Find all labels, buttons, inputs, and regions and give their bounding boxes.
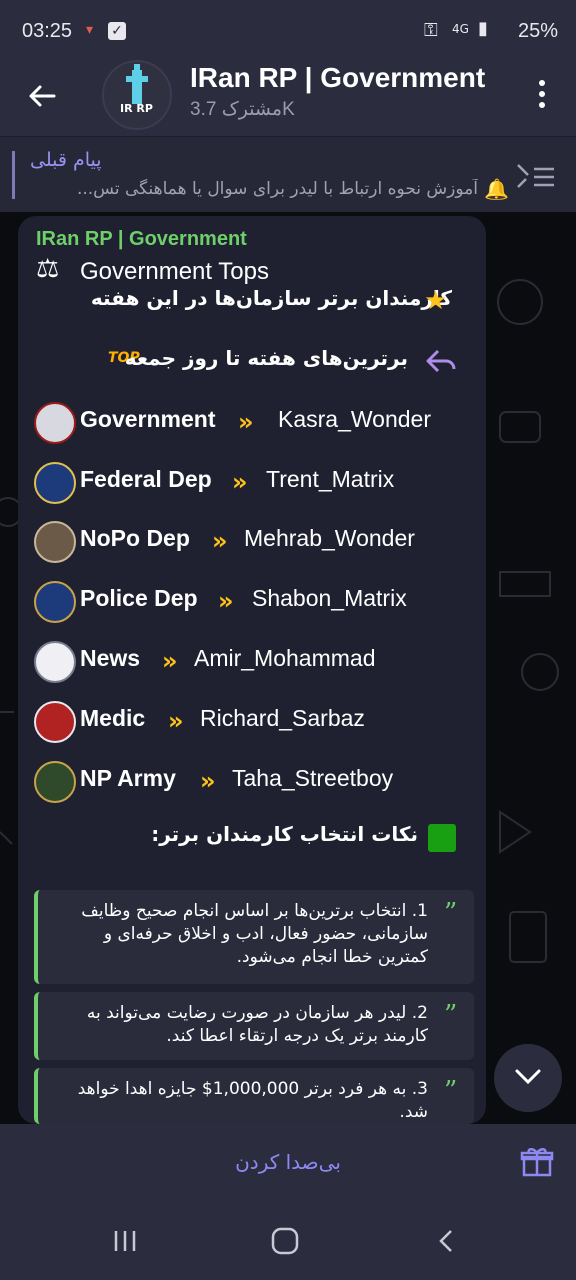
- system-back-icon[interactable]: [436, 1228, 456, 1254]
- gift-icon[interactable]: [520, 1144, 554, 1178]
- list-item: NoPo Dep » Mehrab_Wonder: [34, 521, 474, 563]
- employee-name: Taha_Streetboy: [232, 765, 394, 791]
- chat-header: IR RP IRan RP | Government مشترک 3.7K: [0, 54, 576, 136]
- quote-block: ” 2. لیدر هر سازمان در صورت رضایت می‌توا…: [34, 992, 474, 1060]
- signal-icon: ▮: [478, 18, 488, 39]
- department-name: NoPo Dep: [80, 525, 190, 551]
- channel-name: IRan RP | Government: [36, 228, 247, 250]
- quote-block: ” 1. انتخاب برترین‌ها بر اساس انجام صحیح…: [34, 890, 474, 984]
- police-seal-icon: [34, 581, 76, 623]
- green-square-icon: [428, 824, 456, 852]
- list-item: Government » Kasra_Wonder: [34, 402, 474, 444]
- recent-apps-icon[interactable]: [112, 1228, 138, 1254]
- quote-icon: ”: [444, 1076, 458, 1106]
- quote-text: 3. به هر فرد برتر 1,000,000$ جایزه اهدا …: [77, 1079, 428, 1122]
- double-chevron-icon: »: [238, 408, 254, 436]
- message-heading: Government Tops: [80, 258, 269, 285]
- double-chevron-icon: »: [218, 587, 234, 615]
- department-name: Government: [80, 406, 216, 432]
- list-item: Medic » Richard_Sarbaz: [34, 701, 474, 743]
- mute-button[interactable]: بی‌صدا کردن: [0, 1150, 576, 1174]
- notes-title: نکات انتخاب کارمندان برتر:: [151, 822, 418, 846]
- pinned-list-icon[interactable]: [514, 161, 556, 191]
- list-item: News » Amir_Mohammad: [34, 641, 474, 683]
- quote-text: 1. انتخاب برترین‌ها بر اساس انجام صحیح و…: [81, 901, 428, 967]
- more-menu-icon[interactable]: [538, 78, 546, 110]
- list-item: Police Dep » Shabon_Matrix: [34, 581, 474, 623]
- government-seal-icon: [34, 402, 76, 444]
- list-item: NP Army » Taha_Streetboy: [34, 761, 474, 803]
- employee-name: Mehrab_Wonder: [244, 525, 415, 551]
- checkbox-notification-icon: ✓: [108, 22, 126, 40]
- week-label: برترین‌های هفته تا روز جمعه: [124, 346, 408, 370]
- double-chevron-icon: »: [200, 767, 216, 795]
- tower-logo-icon: [126, 64, 148, 104]
- notification-icon: ▾: [86, 22, 94, 38]
- battery-level: 25%: [517, 20, 558, 42]
- nopo-badge-icon: [34, 521, 76, 563]
- employee-name: Kasra_Wonder: [278, 406, 431, 432]
- home-icon[interactable]: [270, 1226, 300, 1256]
- status-bar: 03:25 ▾ ✓ ⚿ 4G ▮ 25%: [0, 0, 576, 62]
- back-arrow-icon[interactable]: [26, 80, 58, 112]
- department-name: NP Army: [80, 765, 176, 791]
- star-icon: ★: [424, 286, 448, 316]
- news-logo-icon: [34, 641, 76, 683]
- fbi-seal-icon: [34, 462, 76, 504]
- avatar-label: IR RP: [120, 102, 153, 115]
- double-chevron-icon: »: [212, 527, 228, 555]
- double-chevron-icon: »: [232, 468, 248, 496]
- channel-avatar[interactable]: IR RP: [102, 60, 172, 130]
- employee-name: Amir_Mohammad: [194, 645, 376, 671]
- bottom-action-bar: بی‌صدا کردن: [0, 1124, 576, 1202]
- list-item: Federal Dep » Trent_Matrix: [34, 462, 474, 504]
- quote-block: ” 3. به هر فرد برتر 1,000,000$ جایزه اهد…: [34, 1068, 474, 1124]
- reply-arrow-icon: [426, 349, 456, 373]
- 4g-icon: 4G: [452, 22, 469, 36]
- chevron-down-icon: [515, 1069, 541, 1085]
- clock: 03:25: [22, 20, 73, 42]
- employee-name: Trent_Matrix: [266, 466, 395, 492]
- subscriber-count: مشترک 3.7K: [190, 99, 295, 120]
- pinned-title: پیام قبلی: [30, 149, 102, 171]
- pinned-indicator: [12, 151, 15, 199]
- pinned-text: آموزش نحوه ارتباط با لیدر برای سوال یا ه…: [76, 179, 478, 199]
- scales-icon: ⚖: [36, 254, 60, 284]
- employee-name: Shabon_Matrix: [252, 585, 407, 611]
- quote-icon: ”: [444, 898, 458, 928]
- pinned-message-bar[interactable]: پیام قبلی آموزش نحوه ارتباط با لیدر برای…: [0, 136, 576, 213]
- key-icon: ⚿: [424, 20, 438, 41]
- employee-name: Richard_Sarbaz: [200, 705, 365, 731]
- channel-title[interactable]: IRan RP | Government: [190, 62, 485, 94]
- bell-icon: 🔔: [484, 177, 509, 201]
- quote-icon: ”: [444, 1000, 458, 1030]
- scroll-down-button[interactable]: [494, 1044, 562, 1112]
- double-chevron-icon: »: [168, 707, 184, 735]
- department-name: Police Dep: [80, 585, 198, 611]
- department-name: Medic: [80, 705, 146, 731]
- department-name: Federal Dep: [80, 466, 212, 492]
- message-subheading: کارمندان برتر سازمان‌ها در این هفته: [90, 286, 452, 310]
- double-chevron-icon: »: [162, 647, 178, 675]
- quote-text: 2. لیدر هر سازمان در صورت رضایت می‌تواند…: [86, 1003, 428, 1046]
- army-seal-icon: [34, 761, 76, 803]
- department-name: News: [80, 645, 141, 671]
- medic-seal-icon: [34, 701, 76, 743]
- system-navigation-bar: [0, 1202, 576, 1280]
